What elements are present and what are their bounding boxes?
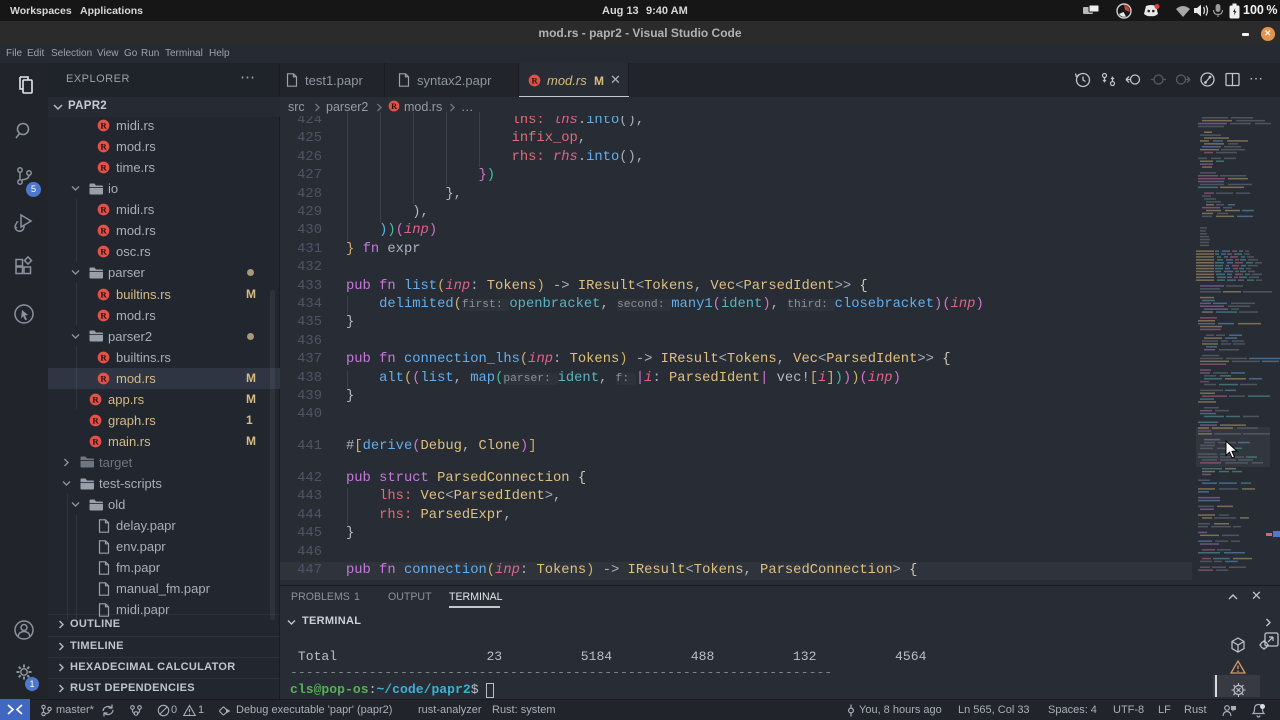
svg-text:R: R <box>100 373 107 383</box>
svg-text:R: R <box>391 102 397 111</box>
svg-text:R: R <box>100 289 107 299</box>
svg-text:R: R <box>100 247 107 257</box>
svg-text:R: R <box>100 163 107 173</box>
svg-text:R: R <box>92 416 99 426</box>
svg-text:R: R <box>100 142 107 152</box>
svg-text:R: R <box>92 437 99 447</box>
svg-text:R: R <box>100 205 107 215</box>
svg-text:R: R <box>531 75 538 85</box>
svg-text:R: R <box>92 394 99 404</box>
svg-text:R: R <box>100 352 107 362</box>
svg-text:R: R <box>100 310 107 320</box>
svg-text:R: R <box>100 121 107 131</box>
svg-text:R: R <box>100 226 107 236</box>
